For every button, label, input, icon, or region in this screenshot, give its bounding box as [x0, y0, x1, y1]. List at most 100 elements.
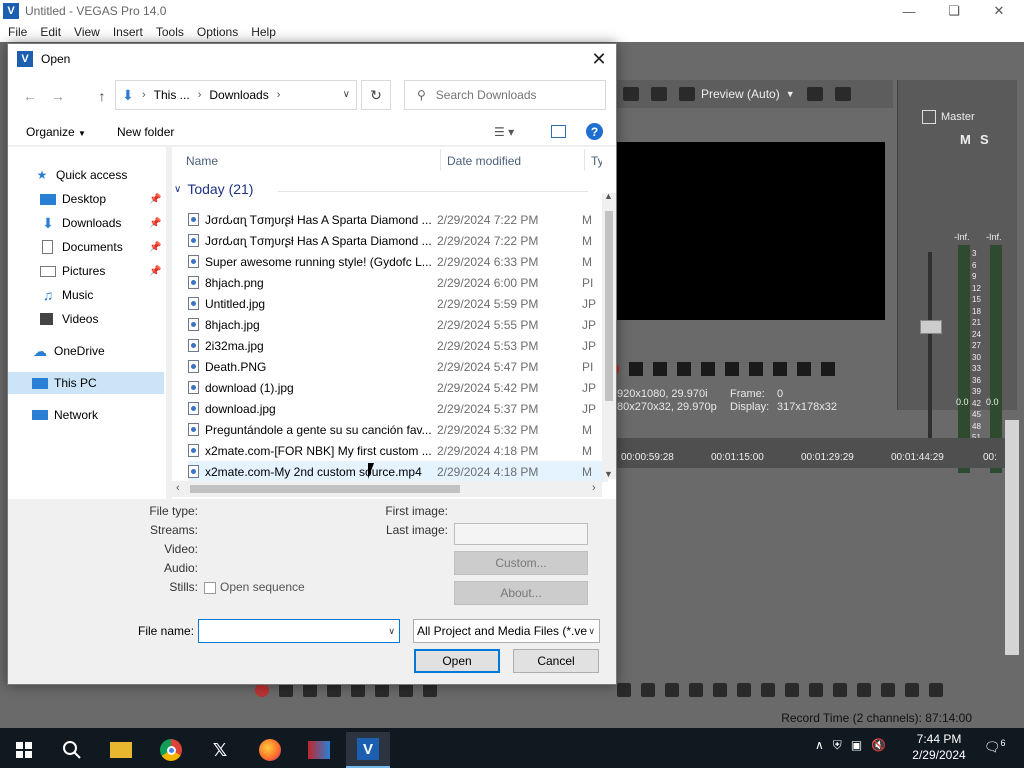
address-bar[interactable]: ⬇ › This ... › Downloads › ∨ — [115, 80, 357, 110]
file-type-filter-dropdown[interactable]: All Project and Media Files (*.ve ∨ — [413, 619, 600, 643]
nav-this-pc[interactable]: This PC — [8, 372, 164, 394]
taskbar-file-explorer[interactable] — [99, 732, 143, 768]
taskbar-clock[interactable]: 7:44 PM 2/29/2024 — [905, 731, 973, 763]
menu-insert[interactable]: Insert — [109, 25, 147, 39]
column-divider[interactable] — [440, 149, 441, 171]
file-row[interactable]: x2mate.com-My 2nd custom source.mp4 2/29/… — [188, 461, 608, 482]
envelope-tool-icon[interactable] — [641, 683, 655, 697]
file-row[interactable]: Untitled.jpg 2/29/2024 5:59 PM JP — [188, 293, 608, 314]
change-view-icon[interactable]: ☰ ▾ — [494, 125, 514, 139]
organize-button[interactable]: Organize ▼ — [26, 125, 86, 139]
file-row[interactable]: Preguntándole a gente su su canción fav.… — [188, 419, 608, 440]
marker-icon[interactable] — [785, 683, 799, 697]
minimize-button[interactable]: — — [886, 0, 932, 22]
go-to-end-icon[interactable] — [773, 362, 787, 376]
file-row[interactable]: download (1).jpg 2/29/2024 5:42 PM JP — [188, 377, 608, 398]
close-icon[interactable]: ✕ — [588, 48, 610, 70]
menu-help[interactable]: Help — [247, 25, 280, 39]
file-row[interactable]: 8hjach.png 2/29/2024 6:00 PM PI — [188, 272, 608, 293]
vertical-scrollbar[interactable]: ▲ ▼ — [602, 191, 616, 479]
taskbar-x[interactable]: 𝕏 — [198, 732, 242, 768]
overlay-icon[interactable] — [651, 87, 667, 101]
horizontal-scrollbar[interactable]: ‹ › — [172, 481, 602, 497]
lock-envelopes-icon[interactable] — [905, 683, 919, 697]
scroll-right-icon[interactable]: › — [592, 482, 596, 494]
file-row[interactable]: download.jpg 2/29/2024 5:37 PM JP — [188, 398, 608, 419]
go-to-start-icon[interactable] — [399, 683, 413, 697]
play-from-start-icon[interactable] — [653, 362, 667, 376]
normal-edit-tool-icon[interactable] — [617, 683, 631, 697]
delete-icon[interactable] — [665, 683, 679, 697]
restore-button[interactable]: ❏ — [931, 0, 977, 22]
region-icon[interactable] — [809, 683, 823, 697]
nav-pictures[interactable]: Pictures 📌 — [40, 260, 166, 282]
trim-start-icon[interactable] — [689, 683, 703, 697]
go-to-start-icon[interactable] — [749, 362, 763, 376]
file-row[interactable]: x2mate.com-[FOR NBK] My first custom ...… — [188, 440, 608, 461]
menu-view[interactable]: View — [70, 25, 104, 39]
ignore-grouping-icon[interactable] — [929, 683, 943, 697]
scroll-left-icon[interactable]: ‹ — [176, 482, 180, 494]
file-name-input[interactable] — [199, 620, 379, 642]
taskbar-vegas[interactable]: V — [346, 732, 390, 768]
nav-videos[interactable]: Videos — [40, 308, 166, 330]
menu-options[interactable]: Options — [193, 25, 242, 39]
stop-icon[interactable] — [375, 683, 389, 697]
new-folder-button[interactable]: New folder — [117, 125, 174, 139]
preview-settings-icon[interactable] — [679, 87, 695, 101]
nav-quick-access[interactable]: ★ Quick access — [34, 164, 166, 186]
refresh-button[interactable]: ↻ — [361, 80, 391, 110]
file-row[interactable]: Super awesome running style! (Gydofc L..… — [188, 251, 608, 272]
taskbar-app[interactable] — [297, 732, 341, 768]
file-row[interactable]: Death.PNG 2/29/2024 5:47 PM PI — [188, 356, 608, 377]
open-button[interactable]: Open — [414, 649, 500, 673]
play-from-start-icon[interactable] — [303, 683, 317, 697]
back-arrow-icon[interactable]: ← — [20, 86, 40, 106]
notification-center-button[interactable]: 🗨6 — [984, 738, 1006, 755]
chevron-up-icon[interactable]: ∧ — [815, 738, 824, 753]
up-arrow-icon[interactable]: ↑ — [92, 86, 112, 106]
scrollbar-thumb[interactable] — [190, 485, 460, 493]
breadcrumb-downloads[interactable]: Downloads — [209, 88, 268, 102]
play-icon[interactable] — [327, 683, 341, 697]
search-input[interactable] — [435, 88, 596, 102]
menu-edit[interactable]: Edit — [36, 25, 65, 39]
split-icon[interactable] — [737, 683, 751, 697]
menu-tools[interactable]: Tools — [152, 25, 188, 39]
loop-icon[interactable] — [279, 683, 293, 697]
file-row[interactable]: Jσɾԃαɳ Tσɱυɾʂƚ Has A Sparta Diamond ... 2… — [188, 230, 608, 251]
search-box[interactable]: ⚲ — [404, 80, 606, 110]
scrollbar-thumb[interactable] — [605, 211, 613, 401]
nav-onedrive[interactable]: ☁ OneDrive — [32, 340, 166, 362]
search-button[interactable] — [50, 732, 94, 768]
play-icon[interactable] — [677, 362, 691, 376]
custom-button[interactable]: Custom... — [454, 551, 588, 575]
auto-crossfade-icon[interactable] — [857, 683, 871, 697]
stop-icon[interactable] — [725, 362, 739, 376]
cancel-button[interactable]: Cancel — [513, 649, 599, 673]
column-header-name[interactable]: Name — [186, 154, 218, 168]
pause-icon[interactable] — [701, 362, 715, 376]
mute-button[interactable]: M — [960, 132, 971, 147]
nav-downloads[interactable]: ⬇ Downloads 📌 — [40, 212, 166, 234]
lock-icon[interactable] — [761, 683, 775, 697]
pause-icon[interactable] — [351, 683, 365, 697]
timeline-ruler[interactable]: 00:00:59:28 00:01:15:00 00:01:29:29 00:0… — [617, 438, 1007, 468]
file-row[interactable]: Jσɾԃαɳ Tσɱυɾʂƚ Has A Sparta Diamond ... 2… — [188, 209, 608, 230]
preview-quality-dropdown[interactable]: Preview (Auto) — [701, 87, 780, 101]
timeline-vertical-scrollbar[interactable] — [1005, 420, 1019, 655]
column-header-date-modified[interactable]: Date modified — [447, 154, 521, 168]
nav-documents[interactable]: Documents 📌 — [40, 236, 166, 258]
open-sequence-checkbox[interactable] — [204, 582, 216, 594]
chevron-down-icon[interactable]: ∨ — [388, 626, 395, 637]
start-button[interactable] — [2, 732, 46, 768]
loop-icon[interactable] — [629, 362, 643, 376]
menu-file[interactable]: File — [4, 25, 31, 39]
about-button[interactable]: About... — [454, 581, 588, 605]
volume-muted-icon[interactable]: 🔇 — [871, 738, 886, 753]
ripple-edit-icon[interactable] — [881, 683, 895, 697]
next-frame-icon[interactable] — [821, 362, 835, 376]
group-header-today[interactable]: ∨ Today (21) — [174, 181, 588, 197]
trim-end-icon[interactable] — [713, 683, 727, 697]
taskbar-chrome[interactable] — [149, 732, 193, 768]
